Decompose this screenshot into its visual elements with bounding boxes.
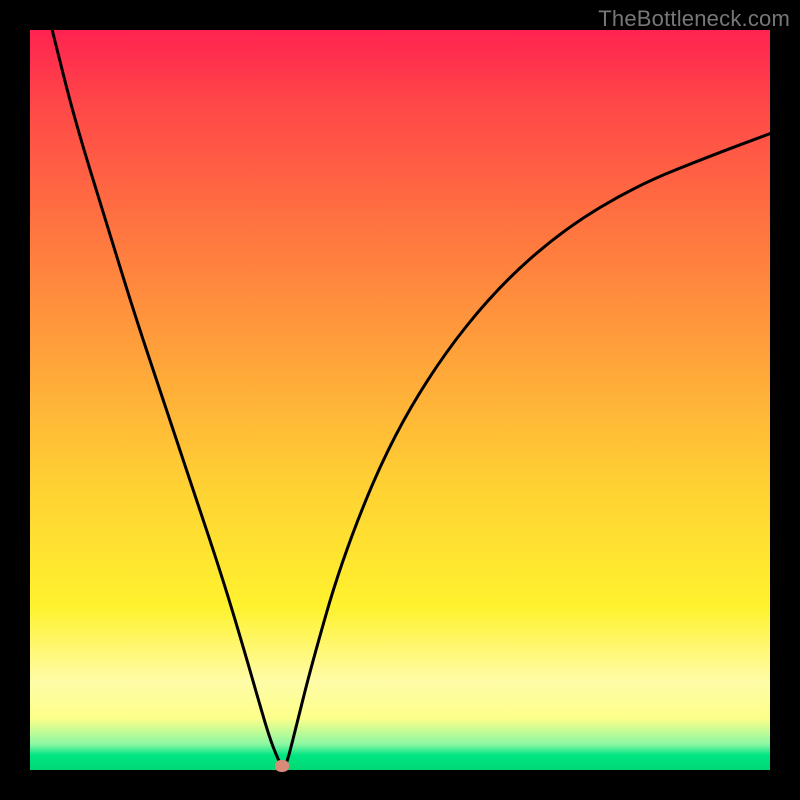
bottleneck-curve-path — [52, 30, 770, 766]
plot-area — [30, 30, 770, 770]
watermark-text: TheBottleneck.com — [598, 6, 790, 32]
curve-svg — [30, 30, 770, 770]
min-marker — [275, 760, 289, 772]
chart-frame: TheBottleneck.com — [0, 0, 800, 800]
